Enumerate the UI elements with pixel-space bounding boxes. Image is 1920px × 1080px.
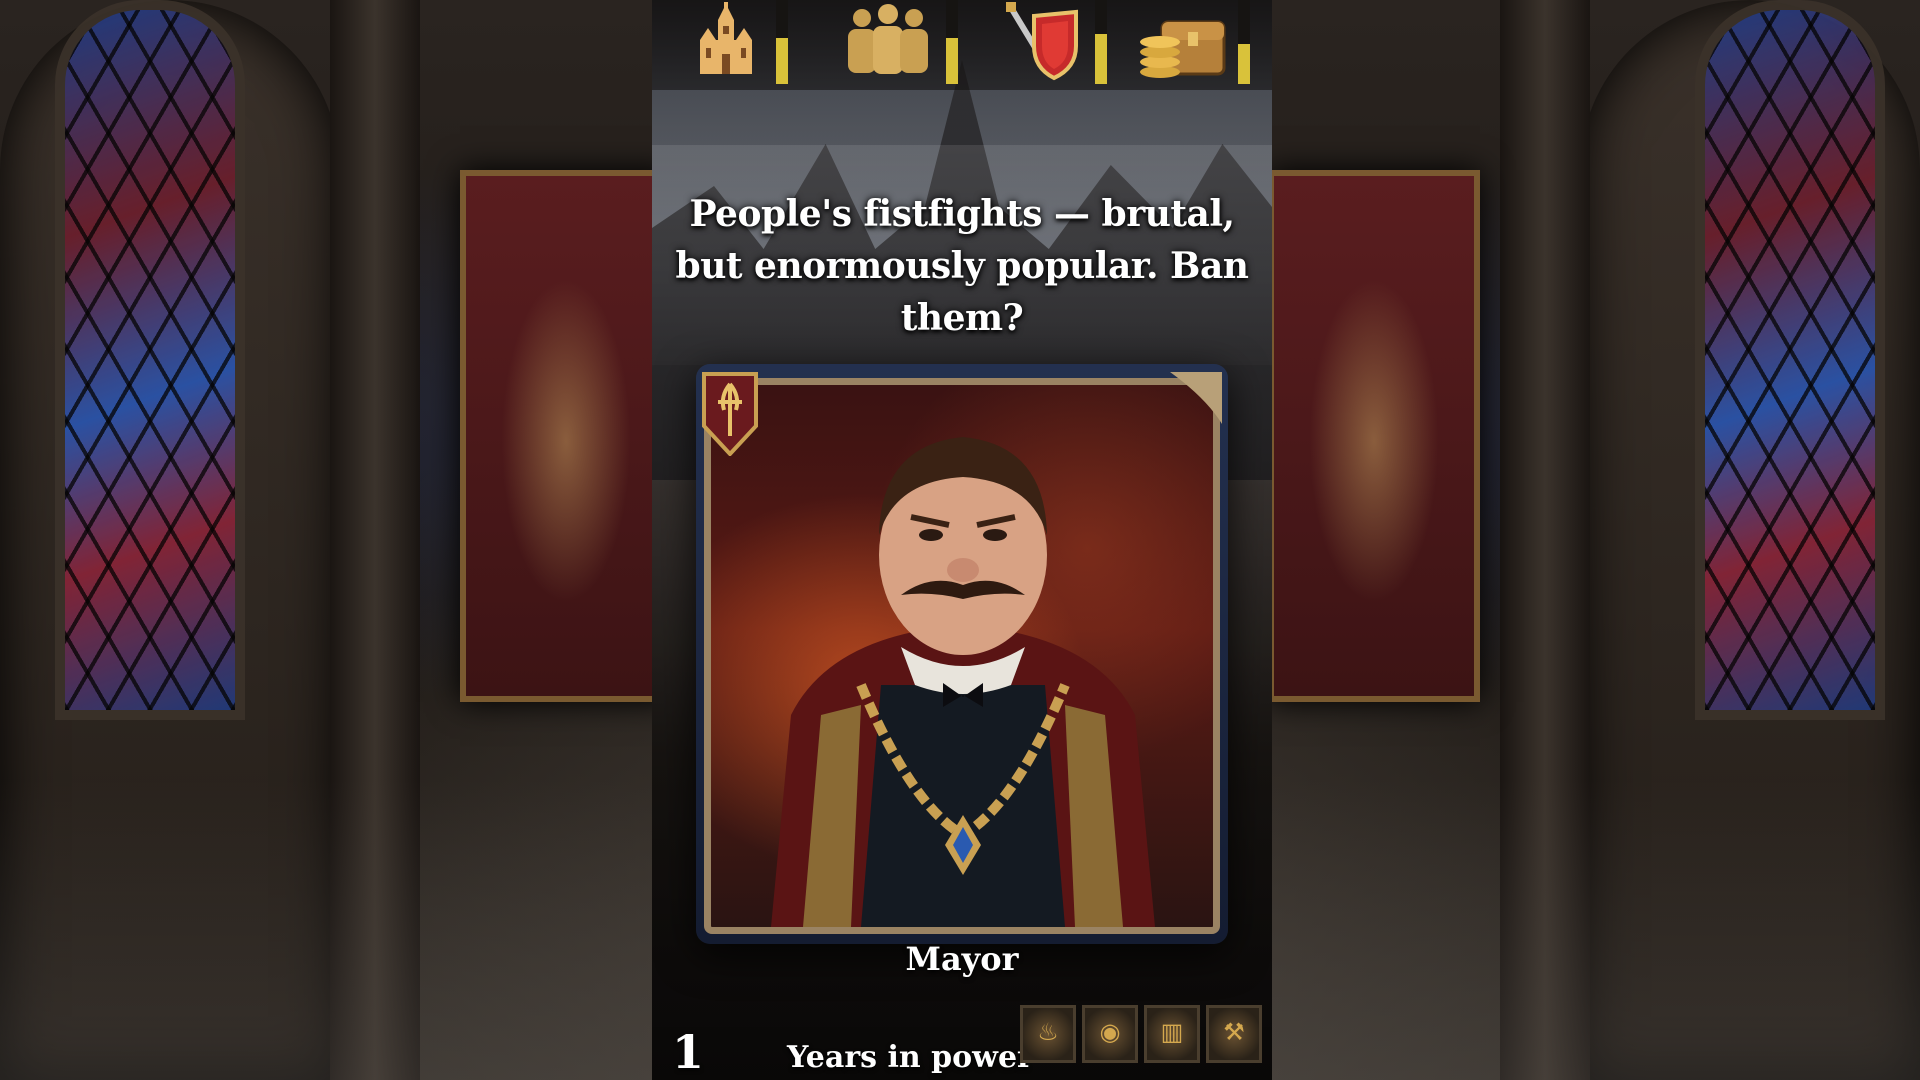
stats-bar	[652, 0, 1272, 90]
card-corner-ornament	[1166, 368, 1226, 432]
inventory-slot-1[interactable]: ♨	[1020, 1005, 1076, 1063]
lantern-icon: ♨	[1037, 1018, 1059, 1046]
left-stained-glass-window	[55, 0, 245, 720]
church-meter	[776, 0, 788, 84]
scroll-icon: ▥	[1160, 1018, 1184, 1046]
people-meter-fill	[946, 37, 958, 84]
left-tapestry-banner	[460, 170, 672, 702]
game-panel: People's fistfights — brutal, but enormo…	[652, 0, 1272, 1080]
character-card[interactable]	[696, 364, 1228, 944]
years-in-power-label: Years in power	[787, 1040, 1033, 1075]
church-meter-fill	[776, 37, 788, 84]
years-count: 1	[672, 1025, 705, 1079]
bread-icon: ◉	[1099, 1018, 1121, 1046]
cathedral-icon	[694, 2, 758, 82]
army-meter	[1095, 0, 1107, 84]
question-text: People's fistfights — brutal, but enormo…	[675, 193, 1249, 339]
right-stained-glass-window	[1695, 0, 1885, 720]
character-portrait-frame	[704, 378, 1220, 934]
inventory-slot-4[interactable]: ⚒	[1206, 1005, 1262, 1063]
treasury-meter-fill	[1238, 43, 1250, 84]
treasure-chest-icon	[1138, 2, 1228, 86]
sword-shield-icon	[1006, 2, 1082, 86]
fleur-crest-icon	[700, 370, 760, 460]
crowd-icon	[842, 2, 934, 82]
right-tapestry-banner	[1268, 170, 1480, 702]
army-meter-fill	[1095, 33, 1107, 84]
character-name: Mayor	[905, 940, 1019, 978]
treasury-meter	[1238, 0, 1250, 84]
people-meter	[946, 0, 958, 84]
tool-icon: ⚒	[1223, 1018, 1245, 1046]
inventory-slot-2[interactable]: ◉	[1082, 1005, 1138, 1063]
mayor-portrait	[771, 437, 1155, 927]
inventory-slot-3[interactable]: ▥	[1144, 1005, 1200, 1063]
